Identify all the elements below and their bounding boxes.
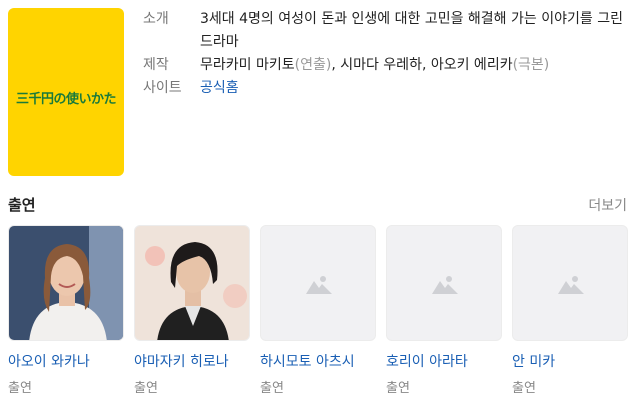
cast-list: 아오이 와카나 출연 야마자키 히로나 출연 하시모토 아츠시 출연 호리이 아… — [8, 225, 628, 396]
intro-row: 소개 3세대 4명의 여성이 돈과 인생에 대한 고민을 해결해 가는 이야기를… — [143, 8, 629, 54]
cast-role: 출연 — [134, 381, 158, 396]
cast-role: 출연 — [260, 381, 284, 396]
drama-info: 소개 3세대 4명의 여성이 돈과 인생에 대한 고민을 해결해 가는 이야기를… — [143, 8, 629, 100]
cast-header: 출연 더보기 — [8, 194, 627, 215]
cast-name[interactable]: 하시모토 아츠시 — [260, 351, 376, 371]
cast-photo[interactable] — [8, 225, 124, 341]
person-photo-icon — [9, 226, 123, 340]
cast-role: 출연 — [386, 381, 410, 396]
more-cast-link[interactable]: 더보기 — [588, 195, 627, 215]
cast-name[interactable]: 아오이 와카나 — [8, 351, 124, 371]
cast-photo[interactable] — [386, 225, 502, 341]
cast-card[interactable]: 호리이 아라타 출연 — [386, 225, 502, 396]
intro-value: 3세대 4명의 여성이 돈과 인생에 대한 고민을 해결해 가는 이야기를 그린… — [200, 11, 623, 50]
image-placeholder-icon — [558, 276, 584, 294]
cast-card[interactable]: 아오이 와카나 출연 — [8, 225, 124, 396]
cast-card[interactable]: 하시모토 아츠시 출연 — [260, 225, 376, 396]
production-value: 무라카미 마키토(연출), 시마다 우레하, 아오키 에리카(극본) — [200, 54, 629, 77]
poster-logo-text: 三千円の使いかた — [15, 92, 117, 107]
intro-label: 소개 — [143, 11, 169, 27]
production-writers-role: (극본) — [512, 57, 550, 73]
cast-name[interactable]: 안 미카 — [512, 351, 628, 371]
cast-name[interactable]: 야마자키 히로나 — [134, 351, 250, 371]
cast-photo[interactable] — [512, 225, 628, 341]
cast-name[interactable]: 호리이 아라타 — [386, 351, 502, 371]
cast-section-title: 출연 — [8, 196, 36, 214]
cast-role: 출연 — [512, 381, 536, 396]
person-photo-icon — [135, 226, 249, 340]
cast-card[interactable]: 야마자키 히로나 출연 — [134, 225, 250, 396]
production-label: 제작 — [143, 57, 169, 73]
official-site-link[interactable]: 공식홈 — [200, 80, 239, 96]
production-director: 무라카미 마키토 — [200, 57, 295, 73]
image-placeholder-icon — [432, 276, 458, 294]
cast-photo[interactable] — [260, 225, 376, 341]
drama-poster[interactable]: 三千円の使いかた — [8, 8, 124, 176]
cast-photo[interactable] — [134, 225, 250, 341]
cast-card[interactable]: 안 미카 출연 — [512, 225, 628, 396]
site-label: 사이트 — [143, 80, 182, 96]
production-writers: , 시마다 우레하, 아오키 에리카 — [331, 57, 513, 73]
site-row: 사이트 공식홈 — [143, 77, 629, 100]
production-row: 제작 무라카미 마키토(연출), 시마다 우레하, 아오키 에리카(극본) — [143, 54, 629, 77]
cast-role: 출연 — [8, 381, 32, 396]
image-placeholder-icon — [306, 276, 332, 294]
production-director-role: (연출) — [294, 57, 332, 73]
